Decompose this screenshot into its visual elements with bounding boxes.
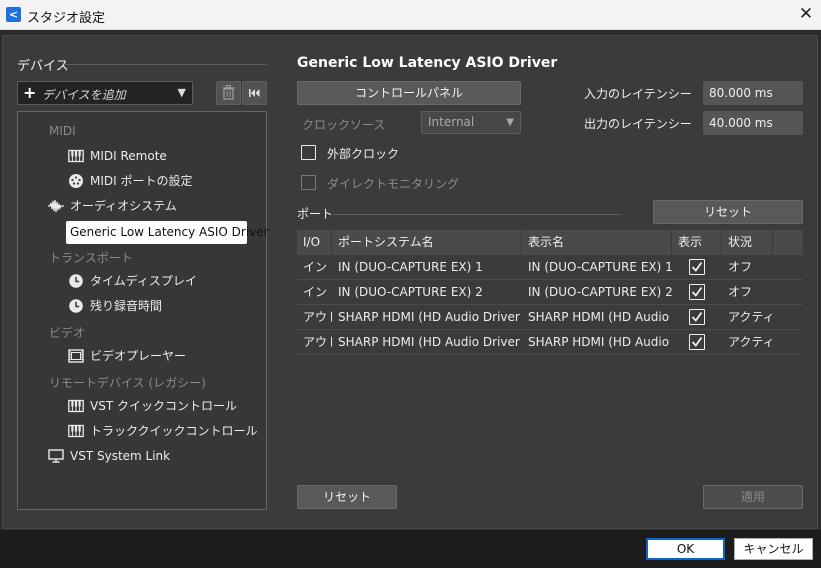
tree-category-remote-legacy: リモートデバイス (レガシー): [49, 376, 206, 390]
visible-checkbox[interactable]: [689, 284, 705, 300]
cell-io: イン: [303, 260, 328, 274]
tree-category-video: ビデオ: [49, 326, 86, 340]
tree-category-midi: MIDI: [49, 124, 76, 138]
midi-port-icon: [69, 174, 83, 188]
column-header-status[interactable]: 状況: [722, 230, 773, 255]
reset-button[interactable]: リセット: [297, 485, 397, 509]
table-header: I/O ポートシステム名 表示名 表示 状況: [297, 230, 803, 255]
external-clock-label: 外部クロック: [327, 147, 400, 161]
column-header-system-name[interactable]: ポートシステム名: [332, 230, 522, 255]
cell-system-name: IN (DUO-CAPTURE EX) 1: [338, 260, 483, 274]
cell-status: アクティブ: [728, 310, 773, 324]
cancel-button[interactable]: キャンセル: [734, 538, 813, 560]
cell-display-name[interactable]: IN (DUO-CAPTURE EX) 1: [522, 255, 672, 280]
direct-monitoring-checkbox[interactable]: [301, 175, 316, 190]
keyboard-icon: [68, 424, 84, 438]
clock-source-select[interactable]: Internal ▼: [421, 111, 521, 134]
column-header-visible[interactable]: 表示: [672, 230, 722, 255]
driver-title: Generic Low Latency ASIO Driver: [297, 55, 558, 71]
table-row[interactable]: アウト SHARP HDMI (HD Audio Driver 1 SHARP …: [297, 305, 803, 330]
output-latency-value: 40.000 ms: [703, 111, 803, 135]
column-header-display-name[interactable]: 表示名: [522, 230, 672, 255]
reset-device-button[interactable]: [242, 81, 267, 105]
cell-display-name[interactable]: SHARP HDMI (HD Audio Dr: [522, 330, 672, 355]
device-tree: MIDI MIDI Remote MIDI ポートの設定 オーディオシステム G…: [17, 111, 269, 510]
column-header-io[interactable]: I/O: [297, 230, 332, 255]
output-latency-label: 出力のレイテンシー: [584, 117, 692, 131]
checkmark-icon: [691, 261, 703, 272]
table-row[interactable]: イン IN (DUO-CAPTURE EX) 2 IN (DUO-CAPTURE…: [297, 280, 803, 305]
tree-item-label: VST クイックコントロール: [90, 399, 237, 413]
add-device-label: デバイスを追加: [42, 88, 126, 102]
studio-setup-panel: デバイス + デバイスを追加 ▼ MIDI MIDI Remote MIDI ポ…: [2, 35, 818, 529]
chevron-down-icon: ▼: [177, 86, 186, 99]
input-latency-value: 80.000 ms: [703, 81, 803, 105]
tree-category-transport: トランスポート: [49, 251, 133, 265]
tree-item-generic-asio-driver[interactable]: Generic Low Latency ASIO Driver: [66, 221, 269, 244]
cell-io: アウト: [303, 335, 332, 349]
ports-divider: [333, 214, 621, 215]
cell-status: オフ: [728, 285, 753, 299]
skip-back-icon: [249, 89, 260, 97]
add-device-dropdown[interactable]: + デバイスを追加 ▼: [17, 81, 193, 105]
checkmark-icon: [691, 336, 703, 347]
checkmark-icon: [691, 286, 703, 297]
title-bar: < スタジオ設定 ✕: [0, 0, 821, 30]
trash-icon: [222, 85, 235, 100]
cell-display-name[interactable]: IN (DUO-CAPTURE EX) 2: [522, 280, 672, 305]
cell-system-name: IN (DUO-CAPTURE EX) 2: [338, 285, 483, 299]
visible-checkbox[interactable]: [689, 309, 705, 325]
chevron-down-icon: ▼: [506, 117, 514, 128]
checkmark-icon: [691, 311, 703, 322]
input-latency-label: 入力のレイテンシー: [584, 87, 692, 101]
keyboard-icon: [68, 399, 84, 413]
tree-item-label: ビデオプレーヤー: [90, 349, 187, 363]
waveform-icon: [48, 199, 64, 213]
film-icon: [68, 349, 84, 363]
apply-button[interactable]: 適用: [703, 485, 803, 509]
ok-button[interactable]: OK: [646, 538, 725, 560]
clock-icon: [69, 299, 83, 313]
devices-section-title: デバイス: [17, 59, 69, 74]
cell-system-name: SHARP HDMI (HD Audio Driver 1: [338, 310, 522, 324]
cell-io: イン: [303, 285, 328, 299]
visible-checkbox[interactable]: [689, 334, 705, 350]
delete-device-button[interactable]: [216, 81, 241, 105]
cell-system-name: SHARP HDMI (HD Audio Driver 2: [338, 335, 522, 349]
cell-status: アクティブ: [728, 335, 773, 349]
devices-divider: [65, 64, 267, 65]
ports-section-title: ポート: [297, 207, 334, 221]
tree-item-label: MIDI Remote: [90, 149, 167, 163]
external-clock-checkbox[interactable]: [301, 145, 316, 160]
visible-checkbox[interactable]: [689, 259, 705, 275]
close-icon[interactable]: ✕: [791, 0, 821, 30]
window-title: スタジオ設定: [27, 11, 106, 26]
keyboard-icon: [68, 149, 84, 163]
cell-status: オフ: [728, 260, 753, 274]
monitor-icon: [48, 449, 64, 463]
tree-item-label: 残り録音時間: [90, 299, 163, 313]
tree-item-label: MIDI ポートの設定: [90, 174, 193, 188]
direct-monitoring-label: ダイレクトモニタリング: [327, 177, 460, 191]
control-panel-button[interactable]: コントロールパネル: [297, 81, 521, 105]
ports-reset-button[interactable]: リセット: [653, 200, 803, 224]
clock-source-label: クロックソース: [302, 118, 386, 132]
app-icon: <: [6, 7, 21, 22]
cell-display-name[interactable]: SHARP HDMI (HD Audio Dr: [522, 305, 672, 330]
tree-item-label: タイムディスプレイ: [90, 274, 197, 288]
clock-source-value: Internal: [428, 115, 475, 129]
tree-item-label: オーディオシステム: [70, 199, 177, 213]
plus-icon: +: [23, 83, 37, 102]
table-row[interactable]: アウト SHARP HDMI (HD Audio Driver 2 SHARP …: [297, 330, 803, 355]
table-row[interactable]: イン IN (DUO-CAPTURE EX) 1 IN (DUO-CAPTURE…: [297, 255, 803, 280]
cell-io: アウト: [303, 310, 332, 324]
tree-item-label: VST System Link: [70, 449, 171, 463]
clock-icon: [69, 274, 83, 288]
tree-item-label: トラッククイックコントロール: [90, 424, 258, 438]
